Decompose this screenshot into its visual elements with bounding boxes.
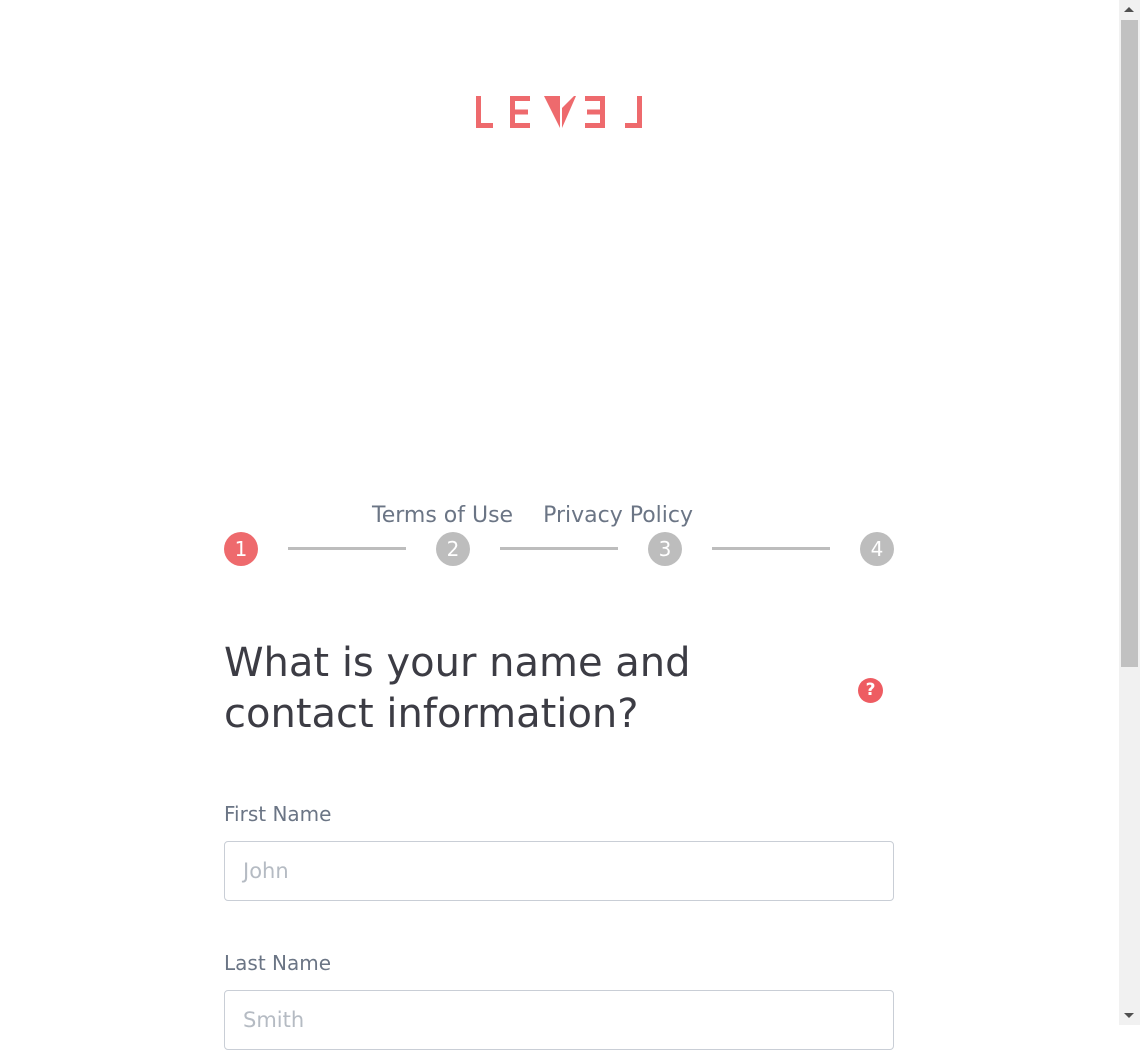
step-3: 3 xyxy=(648,532,682,566)
step-connector xyxy=(712,547,830,550)
privacy-policy-link[interactable]: Privacy Policy xyxy=(543,503,693,528)
scroll-down-arrow-icon[interactable] xyxy=(1124,1013,1134,1018)
help-icon[interactable]: ? xyxy=(858,678,883,703)
step-2: 2 xyxy=(436,532,470,566)
scroll-up-arrow-icon[interactable] xyxy=(1124,7,1134,12)
last-name-input[interactable] xyxy=(224,990,894,1050)
step-connector xyxy=(500,547,618,550)
step-1: 1 xyxy=(224,532,258,566)
level-logo xyxy=(476,96,642,128)
page-title: What is your name and contact informatio… xyxy=(224,640,691,737)
step-4: 4 xyxy=(860,532,894,566)
step-connector xyxy=(288,547,406,550)
legal-links: Terms of Use Privacy Policy xyxy=(372,503,693,528)
terms-of-use-link[interactable]: Terms of Use xyxy=(372,503,513,528)
scrollbar-thumb[interactable] xyxy=(1121,20,1138,667)
last-name-label: Last Name xyxy=(224,951,332,975)
first-name-label: First Name xyxy=(224,802,332,826)
first-name-input[interactable] xyxy=(224,841,894,901)
scrollbar[interactable] xyxy=(1119,0,1140,1025)
